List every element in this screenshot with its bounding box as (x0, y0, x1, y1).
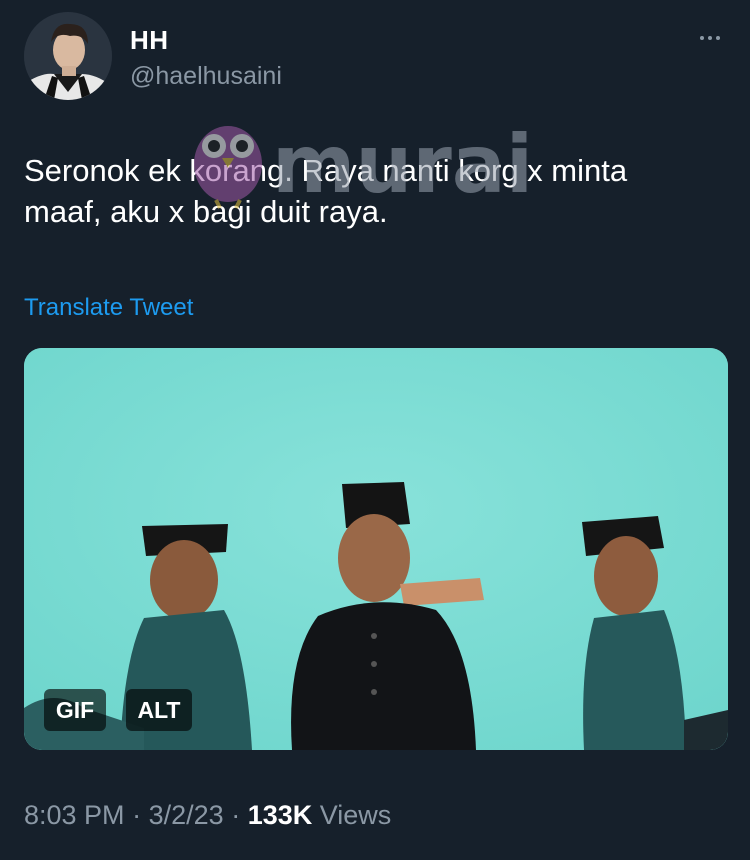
views-label: Views (319, 800, 392, 830)
author-handle[interactable]: @haelhusaini (130, 62, 282, 91)
tweet-metadata: 8:03 PM · 3/2/23 · 133K Views (24, 800, 391, 831)
meta-separator: · (132, 800, 142, 830)
gif-badge: GIF (44, 689, 106, 731)
views-count: 133K (247, 800, 313, 830)
tweet-time[interactable]: 8:03 PM (24, 800, 125, 830)
meta-separator: · (231, 800, 241, 830)
author-display-name[interactable]: HH (130, 25, 169, 56)
tweet-text: Seronok ek korang. Raya nanti korg x min… (24, 153, 628, 229)
alt-text-button[interactable]: ALT (126, 689, 192, 731)
avatar-image (24, 12, 112, 100)
avatar[interactable] (24, 12, 112, 100)
more-horizontal-icon[interactable] (692, 24, 728, 52)
translate-tweet-link[interactable]: Translate Tweet (24, 294, 193, 322)
tweet-date[interactable]: 3/2/23 (149, 800, 224, 830)
